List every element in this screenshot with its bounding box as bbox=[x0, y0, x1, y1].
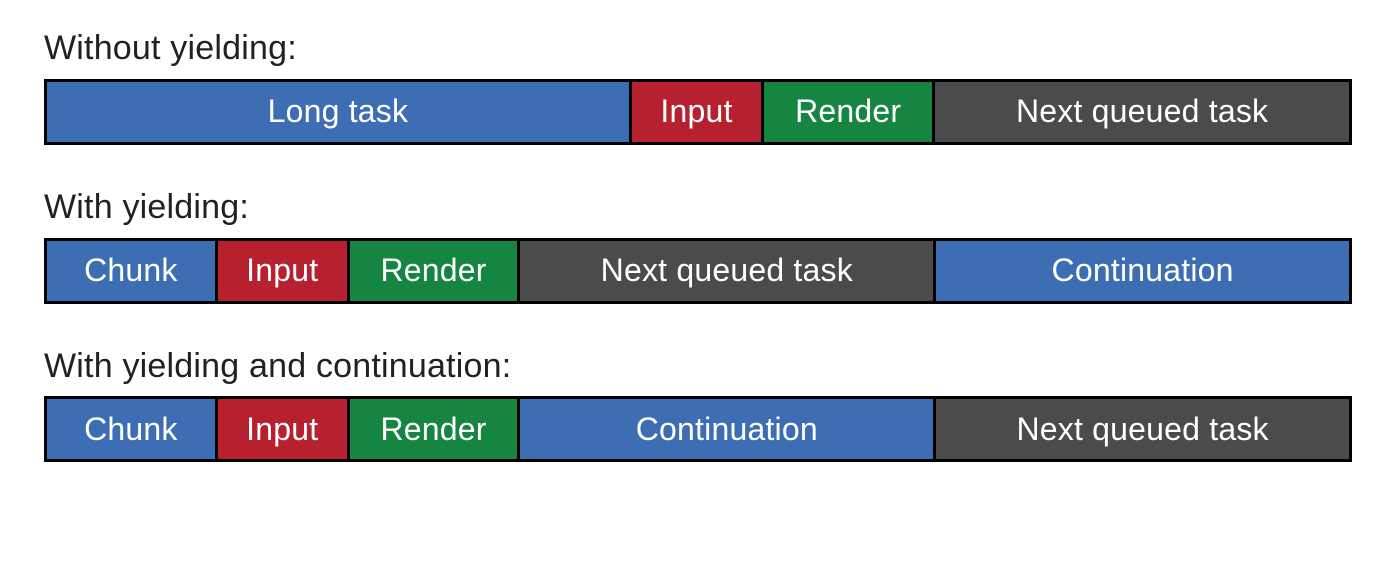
segment-next-queued: Next queued task bbox=[936, 399, 1349, 459]
section-without-yielding: Without yielding: Long task Input Render… bbox=[44, 28, 1352, 145]
section-with-yielding: With yielding: Chunk Input Render Next q… bbox=[44, 187, 1352, 304]
segment-render: Render bbox=[350, 399, 521, 459]
segment-chunk: Chunk bbox=[47, 241, 218, 301]
segment-continuation: Continuation bbox=[936, 241, 1349, 301]
section-with-yielding-and-continuation: With yielding and continuation: Chunk In… bbox=[44, 346, 1352, 463]
segment-continuation: Continuation bbox=[520, 399, 936, 459]
segment-input: Input bbox=[218, 241, 350, 301]
segment-next-queued: Next queued task bbox=[935, 82, 1349, 142]
timeline-bar: Chunk Input Render Continuation Next que… bbox=[44, 396, 1352, 462]
segment-long-task: Long task bbox=[47, 82, 632, 142]
timeline-bar: Chunk Input Render Next queued task Cont… bbox=[44, 238, 1352, 304]
section-title: With yielding: bbox=[44, 187, 1352, 228]
section-title: Without yielding: bbox=[44, 28, 1352, 69]
segment-input: Input bbox=[632, 82, 764, 142]
segment-next-queued: Next queued task bbox=[520, 241, 936, 301]
timeline-bar: Long task Input Render Next queued task bbox=[44, 79, 1352, 145]
segment-render: Render bbox=[350, 241, 521, 301]
section-title: With yielding and continuation: bbox=[44, 346, 1352, 387]
diagram-canvas: Without yielding: Long task Input Render… bbox=[0, 0, 1396, 588]
segment-render: Render bbox=[764, 82, 935, 142]
segment-chunk: Chunk bbox=[47, 399, 218, 459]
segment-input: Input bbox=[218, 399, 350, 459]
